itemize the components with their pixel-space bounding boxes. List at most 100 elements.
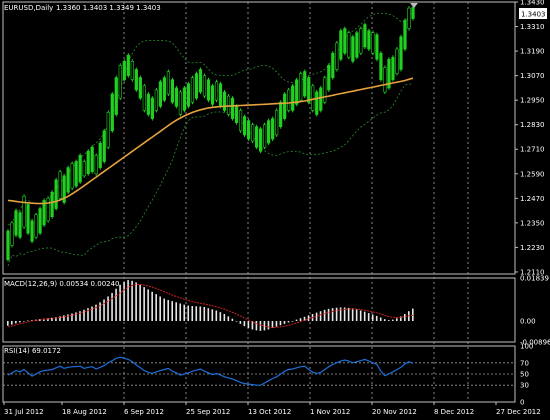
candle-body	[331, 52, 335, 78]
macd-bar	[7, 321, 9, 326]
candle-body	[411, 7, 415, 19]
scroll-marker-icon[interactable]	[410, 3, 418, 8]
candle-body	[134, 69, 138, 91]
macd-bar	[15, 321, 17, 324]
time-tick-label: 8 Dec 2012	[434, 408, 474, 416]
candle-body	[343, 28, 347, 54]
macd-bar	[403, 314, 406, 322]
macd-bar	[215, 310, 218, 322]
candle-body	[339, 30, 343, 60]
time-tick-label: 6 Sep 2012	[124, 408, 164, 416]
candle-body	[367, 30, 371, 50]
price-tick-label: 1.2350	[520, 219, 545, 227]
time-tick-label: 20 Nov 2012	[372, 408, 417, 416]
macd-bar	[335, 307, 338, 322]
candle-body	[255, 126, 259, 148]
price-candles[interactable]	[6, 5, 415, 262]
candle-body	[78, 155, 82, 183]
macd-bar	[167, 299, 169, 322]
price-tick-label: 1.2830	[520, 121, 545, 129]
macd-bar	[379, 317, 382, 322]
macd-bar	[203, 306, 206, 322]
candle-body	[246, 120, 251, 140]
macd-bar	[115, 288, 117, 322]
macd-bar	[299, 318, 302, 322]
candle-body	[90, 146, 94, 173]
rsi-tick-label: 50	[520, 371, 529, 379]
candle-body	[238, 110, 243, 132]
candle-body	[186, 83, 191, 107]
candle-body	[118, 65, 122, 99]
macd-bar	[111, 292, 113, 322]
candle-body	[267, 120, 271, 144]
macd-bar	[19, 321, 21, 323]
ohlc-header: 1.3360 1.3403 1.3349 1.3403	[56, 4, 161, 12]
macd-bar	[323, 309, 326, 322]
candle-body	[206, 79, 211, 101]
candle-body	[34, 214, 38, 238]
macd-bar	[255, 321, 258, 331]
candle-body	[355, 32, 359, 58]
candle-body	[150, 97, 154, 119]
macd-bar	[151, 291, 153, 322]
candle-body	[30, 220, 34, 242]
time-tick-label: 31 Jul 2012	[4, 408, 44, 416]
macd-bar	[235, 321, 238, 322]
macd-bar	[179, 303, 182, 322]
price-pane	[2, 1, 516, 275]
price-tick-label: 1.3430	[520, 0, 545, 7]
macd-bar	[391, 319, 394, 322]
macd-bar	[287, 321, 290, 323]
candle-body	[218, 83, 223, 107]
candle-body	[363, 24, 367, 48]
macd-bar	[223, 314, 226, 322]
macd-bar	[387, 320, 390, 322]
macd-bar	[319, 311, 322, 322]
chart-frame	[2, 1, 516, 403]
price-tick-label: 1.3190	[520, 48, 545, 56]
macd-bar	[219, 312, 222, 322]
macd-bar	[279, 321, 282, 326]
macd-bar	[119, 284, 121, 322]
macd-bar	[351, 308, 354, 322]
candle-body	[315, 91, 319, 115]
macd-bar	[67, 314, 69, 322]
candle-body	[383, 67, 387, 93]
time-tick-label: 25 Sep 2012	[186, 408, 230, 416]
price-tick-label: 1.2230	[520, 244, 545, 252]
candle-body	[174, 87, 179, 107]
macd-tick-label: 0.01839	[520, 275, 549, 283]
trading-chart: 1.3430 1.3310 1.3190 1.3070 1.2950 1.2830 1.27…	[2, 0, 550, 416]
macd-bar	[291, 321, 294, 322]
macd-bar	[347, 307, 350, 322]
price-axis: 1.3430 1.3310 1.3190 1.3070 1.2950 1.2830 1.27…	[515, 0, 550, 407]
candle-body	[379, 52, 383, 81]
rsi-tick-label: 100	[520, 343, 533, 351]
macd-bar	[412, 308, 414, 322]
candle-body	[98, 142, 102, 168]
last-price-label: 1.3403	[521, 11, 546, 19]
candle-body	[202, 75, 207, 97]
macd-bar	[275, 321, 278, 327]
macd-bar	[23, 321, 25, 322]
macd-bar	[227, 316, 230, 322]
chart-title: EURUSD,Daily	[4, 4, 53, 12]
candle-body	[263, 124, 267, 148]
candle-body	[26, 204, 30, 234]
candle-body	[178, 91, 183, 115]
macd-bar	[211, 309, 214, 322]
rsi-tick-label: 0	[520, 399, 524, 407]
candle-body	[327, 65, 331, 91]
candle-body	[50, 191, 54, 218]
candle-body	[18, 212, 22, 238]
macd-bar	[359, 310, 362, 322]
macd-bar	[107, 296, 109, 322]
macd-bar	[307, 315, 310, 322]
candle-body	[299, 73, 303, 101]
candle-body	[146, 93, 150, 115]
candle-body	[351, 36, 355, 62]
candle-body	[319, 87, 323, 111]
time-tick-label: 13 Oct 2012	[248, 408, 291, 416]
macd-bar	[295, 319, 298, 322]
candle-body	[142, 85, 146, 111]
